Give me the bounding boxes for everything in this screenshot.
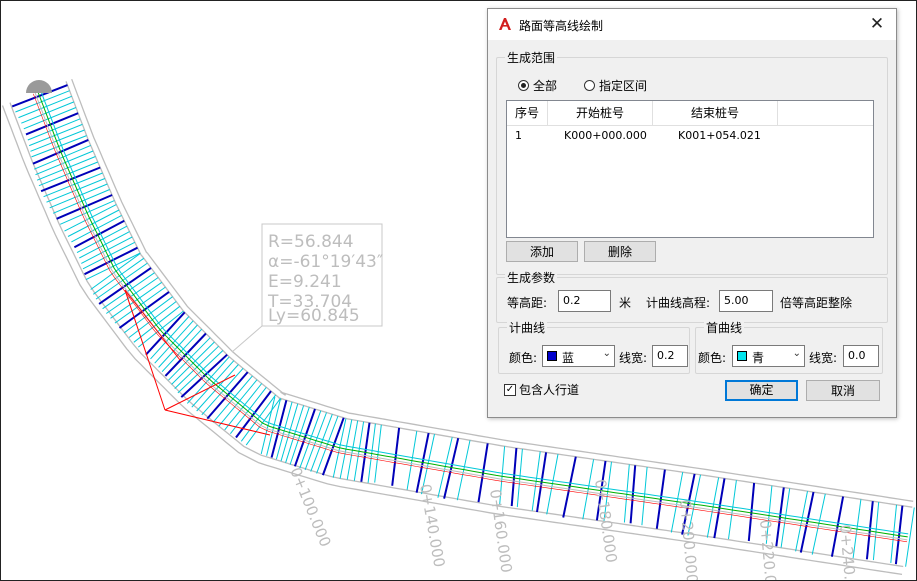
col-header-index[interactable]: 序号 [507,101,548,125]
index-contour-line [25,112,79,136]
autocad-logo-icon [499,18,511,30]
interval-unit: 米 [619,296,632,310]
index-contour-line [629,465,637,524]
first-color-label: 颜色: [698,351,727,365]
curve-param-alpha: α=-61°19′43″ [268,252,383,272]
range-table[interactable]: 序号 开始桩号 结束桩号 1 K000+000.000 K001+054.021 [506,100,874,238]
first-contour-line [110,281,163,319]
cancel-button[interactable]: 取消 [806,380,880,401]
row-index: 1 [515,129,522,142]
index-width-input[interactable]: 0.2 [652,345,688,367]
interval-label: 等高距: [507,296,548,310]
first-contour-line [201,367,244,416]
sidewalk-checkbox-box[interactable]: ✓ [504,383,516,396]
first-contour-line [137,310,184,348]
curve-param-r: R=56.844 [268,232,354,252]
index-color-value: 蓝 [562,351,575,365]
ok-button[interactable]: 确定 [725,380,798,401]
start-marker-icon [26,80,52,93]
first-contour-line [196,364,239,412]
radio-specified[interactable]: 指定区间 [584,77,647,94]
first-contour-line [102,272,155,310]
close-icon[interactable]: ✕ [868,15,886,33]
chevron-down-icon: ⌄ [792,348,801,359]
curve-param-e: E=9.241 [268,272,342,292]
first-contour-line [49,183,108,209]
dialog-titlebar[interactable]: 路面等高线绘制 ✕ [488,9,896,40]
curve-param-ly: Ly=60.845 [268,306,360,326]
row-end: K001+054.021 [678,129,761,142]
col-header-end[interactable]: 结束桩号 [653,101,778,125]
radio-all[interactable]: 全部 [518,77,557,94]
dialog-title: 路面等高线绘制 [519,19,604,33]
first-contour-line [29,123,83,147]
add-button[interactable]: 添加 [506,241,578,262]
index-contour-line [510,448,518,507]
first-color-value: 青 [752,351,765,365]
first-contour-line [95,262,148,300]
index-contour-line [235,390,272,439]
index-color-select[interactable]: 蓝 ⌄ [542,345,615,367]
first-line-group-label: 首曲线 [704,319,745,336]
sidewalk-checkbox-label: 包含人行道 [519,383,580,397]
first-contour-line [623,464,630,523]
first-contour-line [106,277,159,314]
first-contour-line [114,286,166,324]
range-group-label: 生成范围 [505,49,558,66]
station-label: 0+220.000 [756,519,781,581]
contour-dialog: 路面等高线绘制 ✕ 生成范围 全部 指定区间 序号 开始桩号 结束桩号 1 K0… [487,8,897,418]
first-contour-line [76,225,128,254]
interval-input[interactable]: 0.2 [558,290,611,312]
radio-all-indicator[interactable] [518,80,529,91]
first-contour-line [872,502,880,561]
first-contour-line [641,466,648,526]
index-contour-line [747,482,756,542]
station-label: 0+100.000 [286,465,334,550]
index-width-label: 线宽: [619,351,648,365]
index-elevation-suffix: 倍等高距整除 [780,296,853,310]
index-contour-line [98,267,152,305]
index-color-label: 颜色: [509,351,538,365]
first-contour-line [18,95,72,119]
first-contour-line [35,150,94,176]
curve-parameter-label: R=56.844 α=-61°19′43″ E=9.241 T=33.704 L… [231,223,383,353]
row-start: K000+000.000 [564,129,647,142]
first-contour-line [79,231,130,259]
first-contour-line [21,101,75,124]
index-color-swatch [547,351,557,361]
first-contour-line [71,214,122,243]
first-contour-line [30,129,85,152]
station-label: 0+140.000 [416,483,448,569]
params-group-label: 生成参数 [505,269,558,286]
station-label: 0+180.000 [591,478,621,564]
radio-specified-indicator[interactable] [584,80,595,91]
first-contour-line [374,424,382,483]
radio-all-label: 全部 [533,79,558,93]
first-color-select[interactable]: 青 ⌄ [732,345,805,367]
station-label: 0+200.000 [676,499,701,581]
first-contour-line [516,448,523,508]
first-contour-line [890,504,897,563]
range-table-header: 序号 开始桩号 结束桩号 [507,101,873,126]
col-header-start[interactable]: 开始桩号 [548,101,653,125]
chevron-down-icon: ⌄ [602,348,611,359]
sidewalk-checkbox[interactable]: ✓ 包含人行道 [504,381,579,398]
first-width-input[interactable]: 0.0 [843,345,879,367]
radio-specified-label: 指定区间 [599,79,648,93]
index-line-group-label: 计曲线 [507,319,548,336]
first-color-swatch [737,351,747,361]
index-elevation-label: 计曲线高程: [646,296,711,310]
index-contour-line [73,219,125,249]
delete-button[interactable]: 删除 [584,241,656,262]
index-elevation-input[interactable]: 5.00 [719,290,773,312]
first-width-label: 线宽: [809,351,838,365]
